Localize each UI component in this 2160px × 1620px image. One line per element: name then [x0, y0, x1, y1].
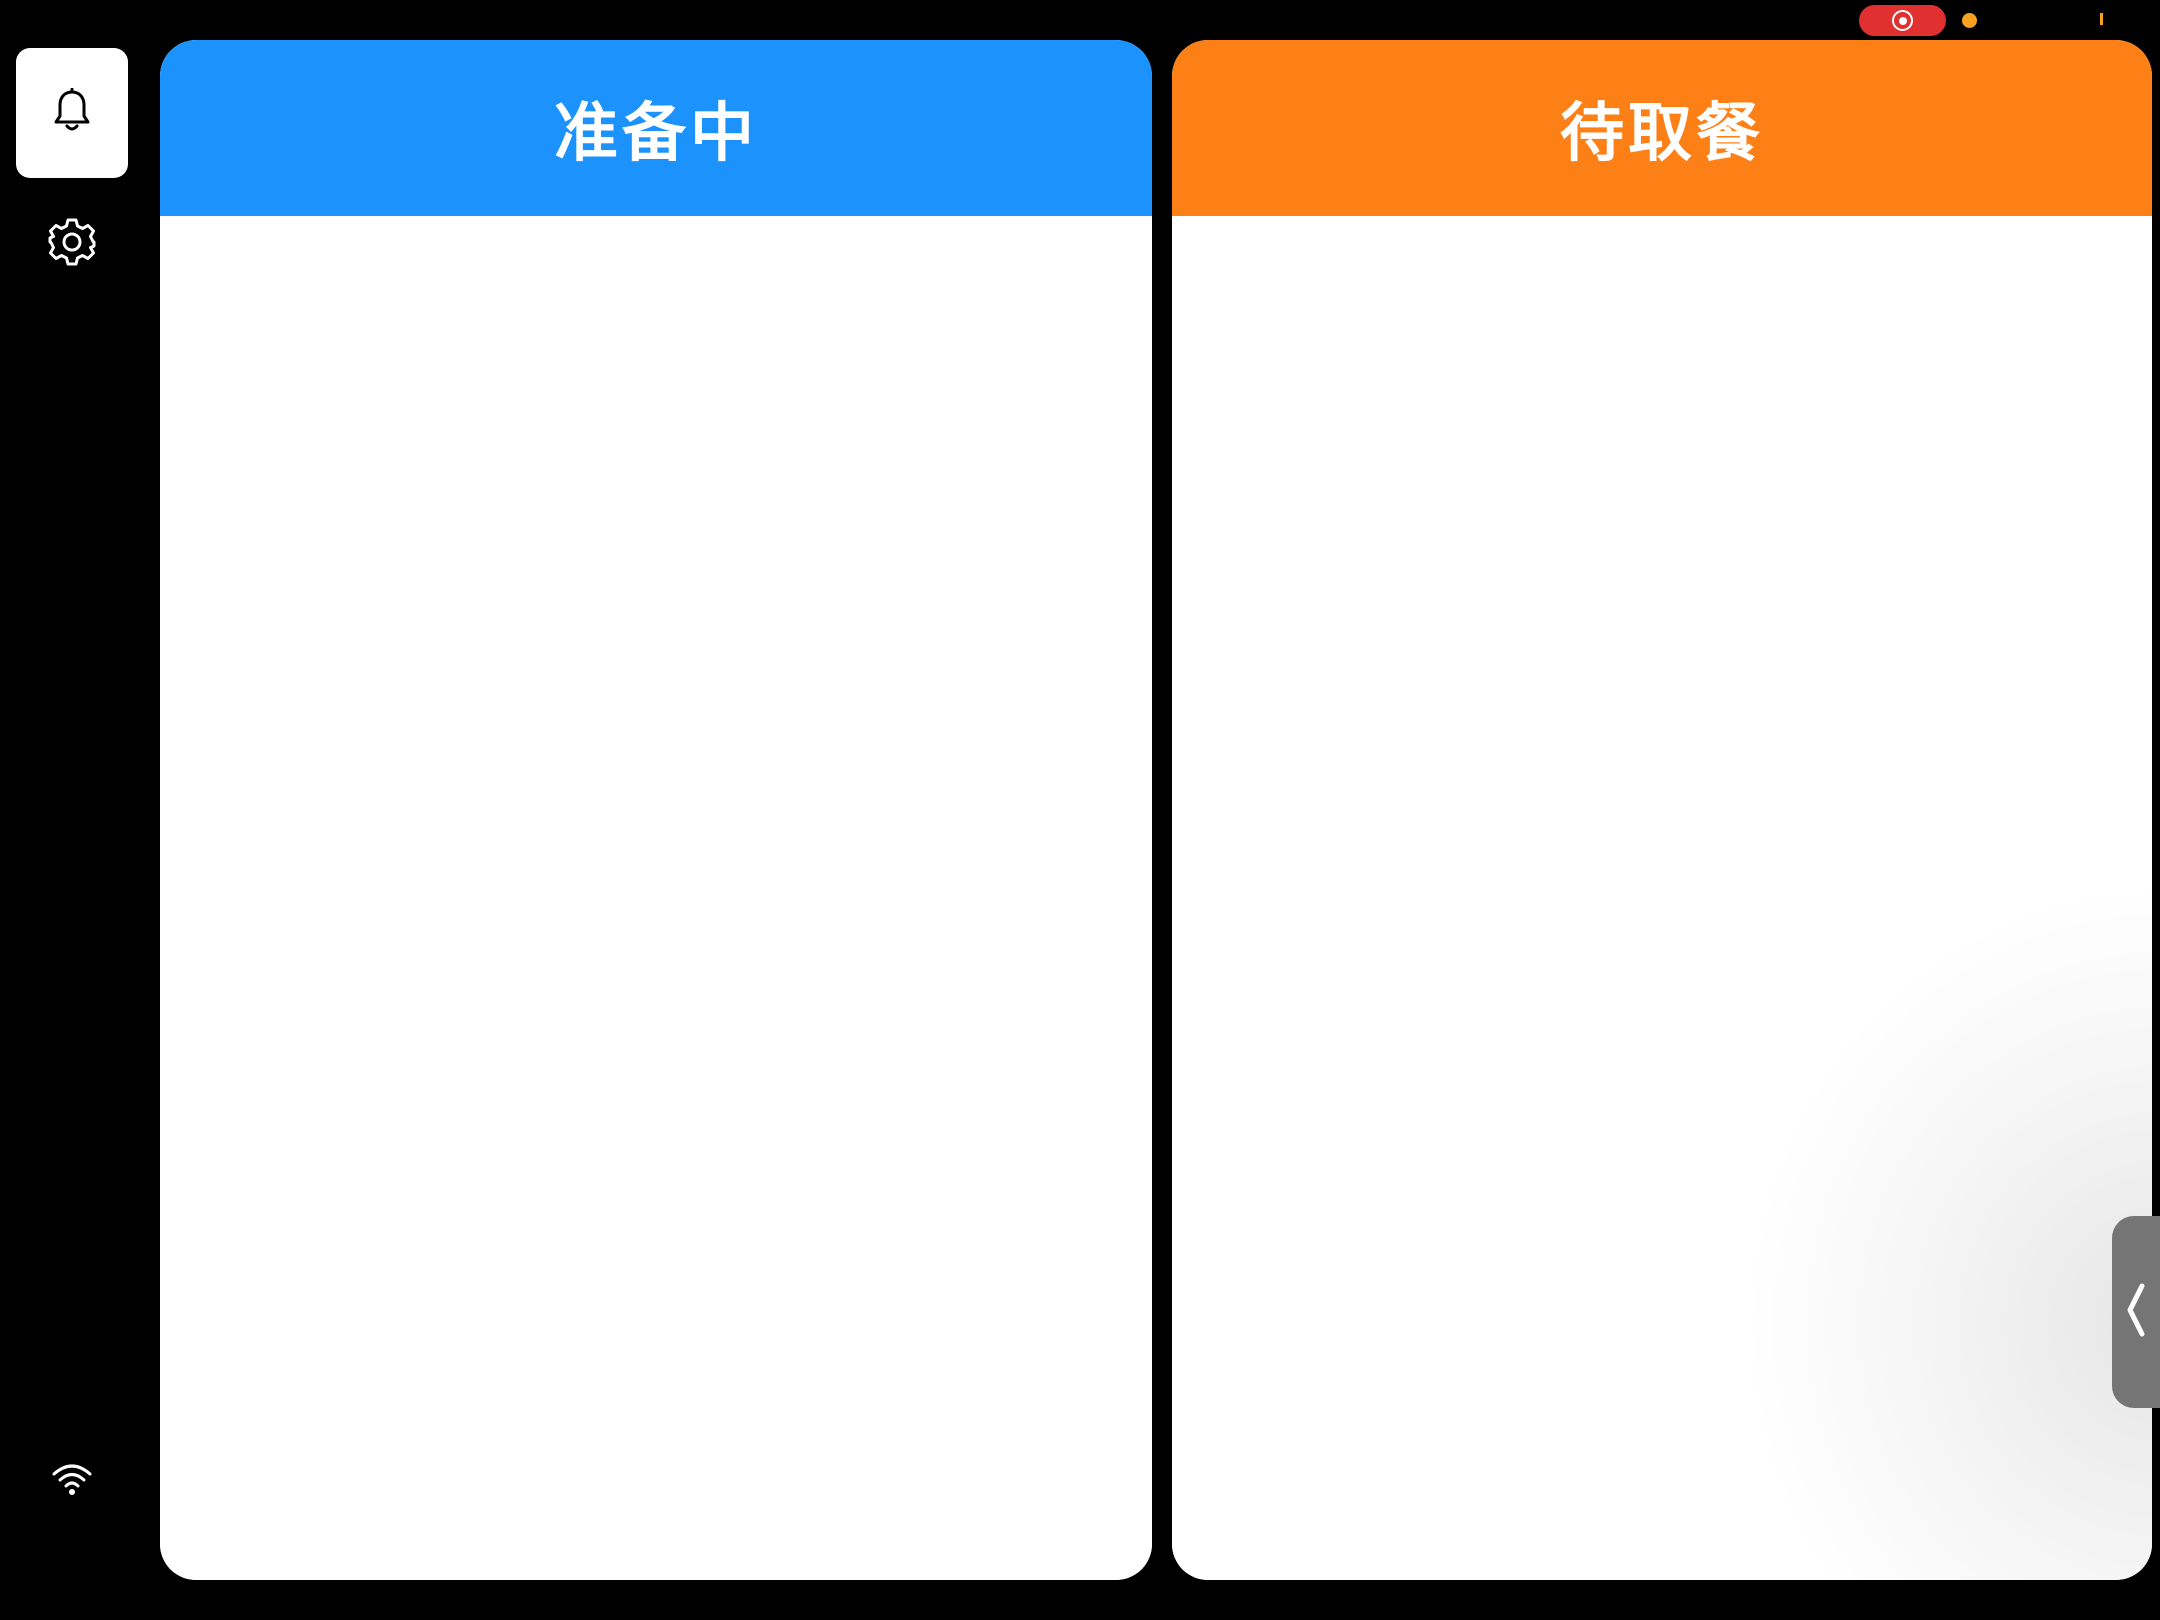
wifi-icon	[50, 1462, 94, 1502]
ready-orders-panel: 待取餐	[1172, 40, 2152, 1580]
wifi-status	[48, 1462, 96, 1502]
preparing-panel-title: 准备中	[554, 97, 758, 171]
sidebar	[0, 0, 145, 1620]
ready-orders-list[interactable]	[1172, 216, 2152, 1580]
preparing-panel-header: 准备中	[160, 40, 1152, 216]
side-panel-toggle[interactable]	[2112, 1216, 2160, 1408]
status-bar	[0, 0, 2160, 40]
ready-panel-header: 待取餐	[1172, 40, 2152, 216]
notifications-button[interactable]	[16, 48, 128, 178]
preparing-orders-list[interactable]	[160, 216, 1152, 1580]
screen-recording-indicator[interactable]	[1859, 5, 1946, 36]
ready-panel-title: 待取餐	[1560, 97, 1764, 171]
settings-button[interactable]	[42, 214, 102, 274]
bell-icon	[52, 87, 92, 138]
record-icon	[1892, 10, 1913, 31]
preparing-orders-panel: 准备中	[160, 40, 1152, 1580]
gear-icon	[46, 216, 98, 272]
chevron-left-icon	[2124, 1282, 2148, 1342]
microphone-in-use-indicator	[1962, 13, 1977, 28]
status-tick-mark	[2100, 13, 2103, 25]
